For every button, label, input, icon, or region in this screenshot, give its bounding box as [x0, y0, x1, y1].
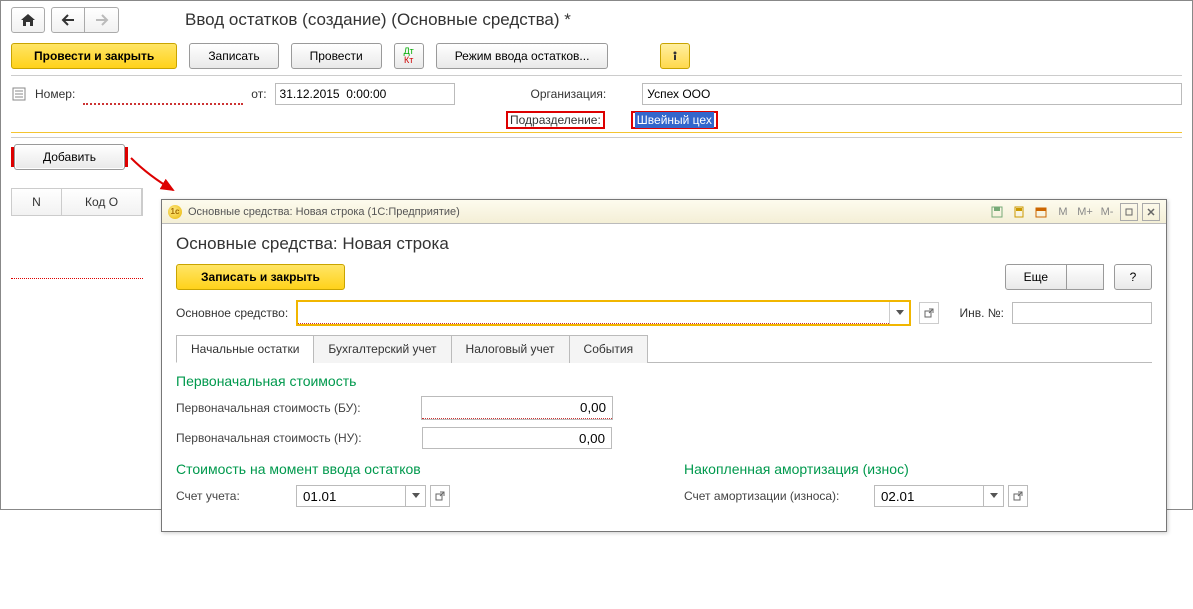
- page-title: Ввод остатков (создание) (Основные средс…: [185, 10, 571, 30]
- nav-back-button[interactable]: [51, 7, 85, 33]
- post-and-close-button[interactable]: Провести и закрыть: [11, 43, 177, 69]
- tool-m-minus[interactable]: M-: [1098, 203, 1116, 221]
- date-input[interactable]: [275, 83, 455, 105]
- os-input[interactable]: [298, 302, 889, 324]
- doc-icon: [11, 87, 27, 101]
- modal-heading: Основные средства: Новая строка: [176, 234, 1152, 254]
- os-open-icon[interactable]: [919, 302, 939, 324]
- date-label: от:: [251, 87, 266, 101]
- dept-value-highlighted[interactable]: Швейный цех: [631, 111, 718, 129]
- f2-label: Первоначальная стоимость (НУ):: [176, 431, 412, 445]
- os-field-highlighted: [296, 300, 911, 326]
- f1-label: Первоначальная стоимость (БУ):: [176, 401, 412, 415]
- acc-b-input[interactable]: [874, 485, 984, 507]
- acc-a-dropdown-icon[interactable]: [406, 485, 426, 507]
- acc-a-open-icon[interactable]: [430, 485, 450, 507]
- home-button[interactable]: [11, 7, 45, 33]
- os-dropdown-icon[interactable]: [889, 302, 909, 324]
- inv-label: Инв. №:: [959, 306, 1004, 320]
- tool-save-icon[interactable]: [988, 203, 1006, 221]
- mode-button[interactable]: Режим ввода остатков...: [436, 43, 609, 69]
- org-label: Организация:: [531, 87, 607, 101]
- post-button[interactable]: Провести: [291, 43, 382, 69]
- tool-calc-icon[interactable]: [1010, 203, 1028, 221]
- tool-calendar-icon[interactable]: [1032, 203, 1050, 221]
- acc-a-input[interactable]: [296, 485, 406, 507]
- acc-b-label: Счет амортизации (износа):: [684, 489, 864, 503]
- tab-nu[interactable]: Налоговый учет: [451, 335, 570, 363]
- window-close-icon[interactable]: [1142, 203, 1160, 221]
- dept-label-highlighted: Подразделение:: [506, 111, 605, 129]
- dt-kt-button[interactable]: ДтКт: [394, 43, 424, 69]
- acc-b-open-icon[interactable]: [1008, 485, 1028, 507]
- tool-m[interactable]: M: [1054, 203, 1072, 221]
- tab-events[interactable]: События: [569, 335, 649, 363]
- tool-m-plus[interactable]: M+: [1076, 203, 1094, 221]
- number-label: Номер:: [35, 87, 75, 101]
- col-n[interactable]: N: [12, 189, 62, 215]
- section-initial-cost: Первоначальная стоимость: [176, 373, 1152, 389]
- section-cost-at-entry: Стоимость на момент ввода остатков: [176, 461, 644, 477]
- inv-input[interactable]: [1012, 302, 1152, 324]
- tab-bu[interactable]: Бухгалтерский учет: [313, 335, 451, 363]
- acc-a-label: Счет учета:: [176, 489, 286, 503]
- f2-input[interactable]: [422, 427, 612, 449]
- nav-fwd-button[interactable]: [85, 7, 119, 33]
- help-button[interactable]: ?: [1114, 264, 1152, 290]
- modal-window: 1c Основные средства: Новая строка (1С:П…: [161, 199, 1167, 532]
- add-button[interactable]: Добавить: [14, 144, 125, 170]
- tab-initial[interactable]: Начальные остатки: [176, 335, 314, 363]
- write-button[interactable]: Записать: [189, 43, 278, 69]
- modal-save-close-button[interactable]: Записать и закрыть: [176, 264, 345, 290]
- f1-input[interactable]: [422, 397, 612, 419]
- add-button-highlighted: Добавить: [11, 147, 128, 167]
- table-header: N Код О: [11, 188, 143, 216]
- org-input[interactable]: [642, 83, 1182, 105]
- acc-b-dropdown-icon[interactable]: [984, 485, 1004, 507]
- os-label: Основное средство:: [176, 306, 288, 320]
- app-logo-icon: 1c: [168, 205, 182, 219]
- more-dropdown[interactable]: [1067, 264, 1104, 290]
- window-restore-icon[interactable]: [1120, 203, 1138, 221]
- tab-bar: Начальные остатки Бухгалтерский учет Нал…: [176, 334, 1152, 363]
- section-deprec: Накопленная амортизация (износ): [684, 461, 1152, 477]
- more-button[interactable]: Еще: [1005, 264, 1067, 290]
- arrow-annotation: [129, 156, 179, 196]
- modal-window-title: Основные средства: Новая строка (1С:Пред…: [188, 206, 460, 218]
- number-input[interactable]: [83, 83, 243, 105]
- info-button[interactable]: [660, 43, 690, 69]
